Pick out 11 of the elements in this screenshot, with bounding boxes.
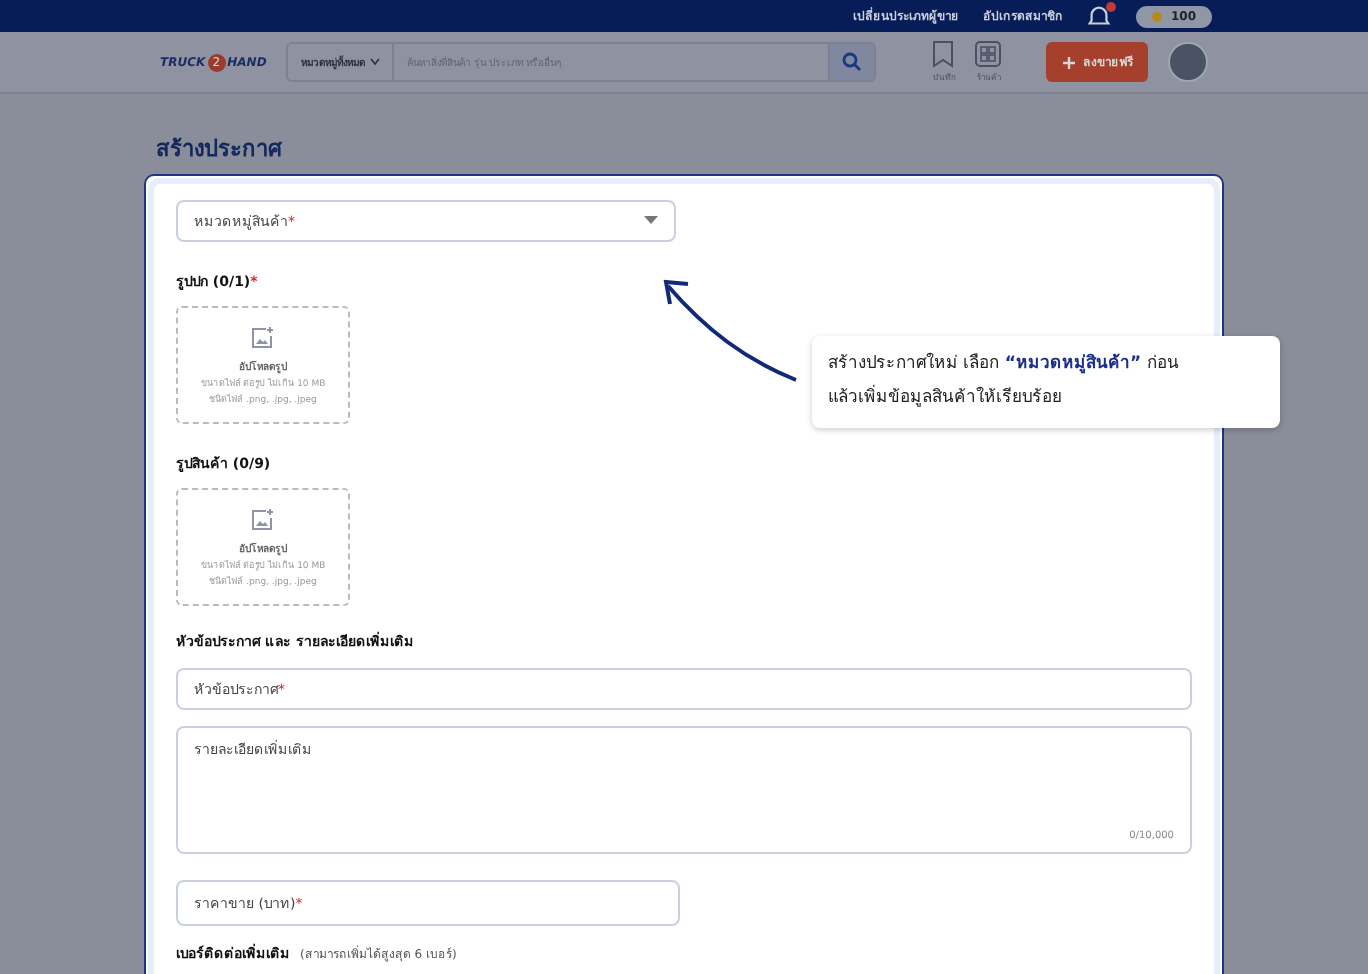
page-title: สร้างประกาศ <box>154 134 284 166</box>
image-add-icon <box>250 507 276 531</box>
bookmark-icon[interactable] <box>932 40 955 68</box>
tooltip-text: สร้างประกาศใหม่ เลือก “หมวดหมู่สินค้า” ก่อน <box>828 350 1181 378</box>
avatar[interactable] <box>1168 42 1208 82</box>
caret-icon <box>644 216 658 226</box>
notification-icon[interactable] <box>1086 3 1113 29</box>
grid-icon[interactable] <box>974 40 1003 68</box>
tooltip-text: แล้วเพิ่มข้อมูลสินค้าให้เรียบร้อย <box>828 382 1064 412</box>
image-add-icon <box>250 325 276 349</box>
plus-icon <box>1062 55 1077 69</box>
